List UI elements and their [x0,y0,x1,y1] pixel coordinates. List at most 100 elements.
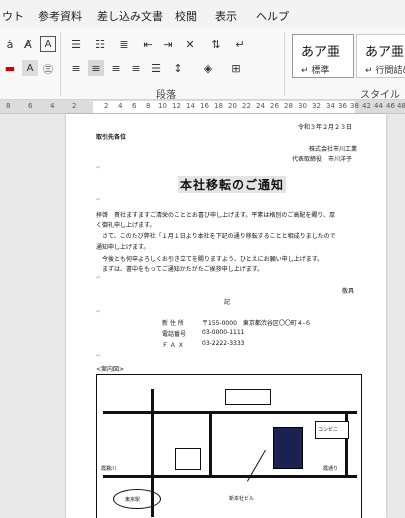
building-label: 新本社ビル [229,496,255,502]
ruler-number: 4 [50,102,55,110]
justify-icon[interactable]: ≡ [128,60,144,76]
ruler-number: 24 [256,102,265,110]
body-line: まずは、書中をもってご通知かたがたご挨拶申し上げます。 [96,266,264,273]
body-line: さて、このたび弊社「１月１日より本社を下記の通り移転することと相成りましたので [96,233,336,240]
style-sample: あア亜 [365,45,405,60]
fax-value: 03-2222-3333 [202,340,245,347]
ruler-number: 6 [132,102,137,110]
enclose-char-icon[interactable]: ㊂ [40,60,56,76]
decrease-indent-icon[interactable]: ⇤ [140,36,156,52]
map-road [209,411,212,477]
shading-icon[interactable]: ◈ [200,60,216,76]
increase-indent-icon[interactable]: ⇥ [160,36,176,52]
distribute-icon[interactable]: ✕ [182,36,198,52]
fax-label: Ｆ Ａ Ｘ [162,342,184,349]
tab-review[interactable]: 校閲 [175,8,197,24]
vertical-scrollbar[interactable] [396,114,405,518]
ribbon-tabs: ウト 参考資料 差し込み文書 校閲 表示 ヘルプ [0,0,405,28]
paragraph-mark: ↵ [96,164,102,171]
ruler-number: 28 [284,102,293,110]
tab-help[interactable]: ヘルプ [256,8,289,24]
separator [284,32,285,96]
borders-icon[interactable]: ⊞ [228,60,244,76]
map-road [103,475,357,478]
body-line: く御礼申し上げます。 [96,222,156,229]
doc-representative: 代表取締役 市川洋子 [292,156,353,163]
ruler-number: 48 [397,102,405,110]
ruler-number: 30 [298,102,307,110]
style-name: ↵ 行間詰め [365,66,405,76]
ruler-number: 22 [242,102,251,110]
numbering-icon[interactable]: ☷ [92,36,108,52]
right-road-label: 霞通り [323,466,339,472]
align-right-icon[interactable]: ≡ [108,60,124,76]
body-line: 通知申し上げます。 [96,244,150,251]
sort-icon[interactable]: ⇅ [208,36,224,52]
ruler-number: 2 [104,102,109,110]
clear-format-icon[interactable]: A̸ [20,36,36,52]
ruler-number: 6 [28,102,33,110]
address-label: 新 住 所 [162,320,184,327]
left-road-label: 霞霧川 [101,466,117,472]
address-value: 〒155-0000 東京都渋谷区〇〇町４-６ [202,320,312,327]
style-sample: あア亜 [301,45,341,60]
separator [60,32,61,96]
paragraph-mark: ↵ [96,352,102,359]
ruler-number: 16 [200,102,209,110]
guide-map: コンビニ 霞霧川 霞通り 東京駅 新本社ビル [96,374,362,518]
align-center-icon[interactable]: ≡ [88,60,104,76]
horizontal-ruler[interactable]: 8 6 4 2 2 4 6 8 10 12 14 16 18 20 22 24 … [0,100,405,114]
show-marks-icon[interactable]: ↵ [232,36,248,52]
ruler-number: 34 [326,102,335,110]
station-ellipse: 東京駅 [113,489,161,509]
map-building [225,389,271,405]
ruler-number: 4 [118,102,123,110]
body-line: 拝啓 貴社ますますご清栄のこととお喜び申し上げます。平素は格別のご高配を賜り、厚 [96,212,336,219]
body-line: 今後とも何卒よろしくお引き立てを賜りますよう、ひとえにお願い申し上げます。 [96,256,324,263]
ruler-number: 12 [172,102,181,110]
tab-view[interactable]: 表示 [215,8,237,24]
doc-closing: 敬具 [342,288,355,295]
ruler-number: 20 [228,102,237,110]
ruler-number: 46 [386,102,395,110]
tab-mailings[interactable]: 差し込み文書 [97,8,163,24]
doc-date: 令和３年２月２３日 [298,124,353,131]
char-border-icon[interactable]: A [40,36,56,52]
line-spacing-icon[interactable]: ↕ [170,60,186,76]
bullets-icon[interactable]: ☰ [68,36,84,52]
tab-layout[interactable]: ウト [2,8,24,24]
multilevel-list-icon[interactable]: ≣ [116,36,132,52]
char-shading-icon[interactable]: A [22,60,38,76]
align-left-icon[interactable]: ≡ [68,60,84,76]
ruler-number: 2 [72,102,77,110]
ruler-number: 14 [186,102,195,110]
paragraph-mark: ↵ [96,308,102,315]
style-name: ↵ 標準 [301,66,330,76]
doc-title: 本社移転のご通知 [178,176,287,193]
doc-recipient: 取引先各位 [96,134,127,141]
ruler-number: 42 [362,102,371,110]
station-label: 東京駅 [125,497,141,503]
paragraph-mark: ↵ [96,196,102,203]
paragraph-mark: ↵ [96,274,102,281]
style-group-label: スタイル [360,90,400,101]
doc-company: 株式会社市川工業 [309,146,358,153]
document-page[interactable]: 令和３年２月２３日 取引先各位 株式会社市川工業 代表取締役 市川洋子 ↵ 本社… [66,114,386,518]
ruler-number: 8 [6,102,11,110]
tab-references[interactable]: 参考資料 [38,8,82,24]
font-color-icon[interactable]: ▬ [2,60,18,76]
ruler-number: 32 [312,102,321,110]
ruler-number: 44 [374,102,383,110]
ruler-number: 26 [270,102,279,110]
style-no-spacing[interactable]: あア亜 ↵ 行間詰め [356,34,405,78]
map-building [175,448,201,470]
distributed-icon[interactable]: ☰ [148,60,164,76]
phonetic-icon[interactable]: ȧ [2,36,18,52]
paragraph-group-label: 段落 [156,90,176,101]
map-caption: <案内図> [96,366,125,373]
convenience-store: コンビニ [315,421,349,439]
style-normal[interactable]: あア亜 ↵ 標準 [292,34,354,78]
phone-value: 03-0000-1111 [202,329,245,336]
ruler-number: 36 [338,102,347,110]
map-road [103,411,357,414]
